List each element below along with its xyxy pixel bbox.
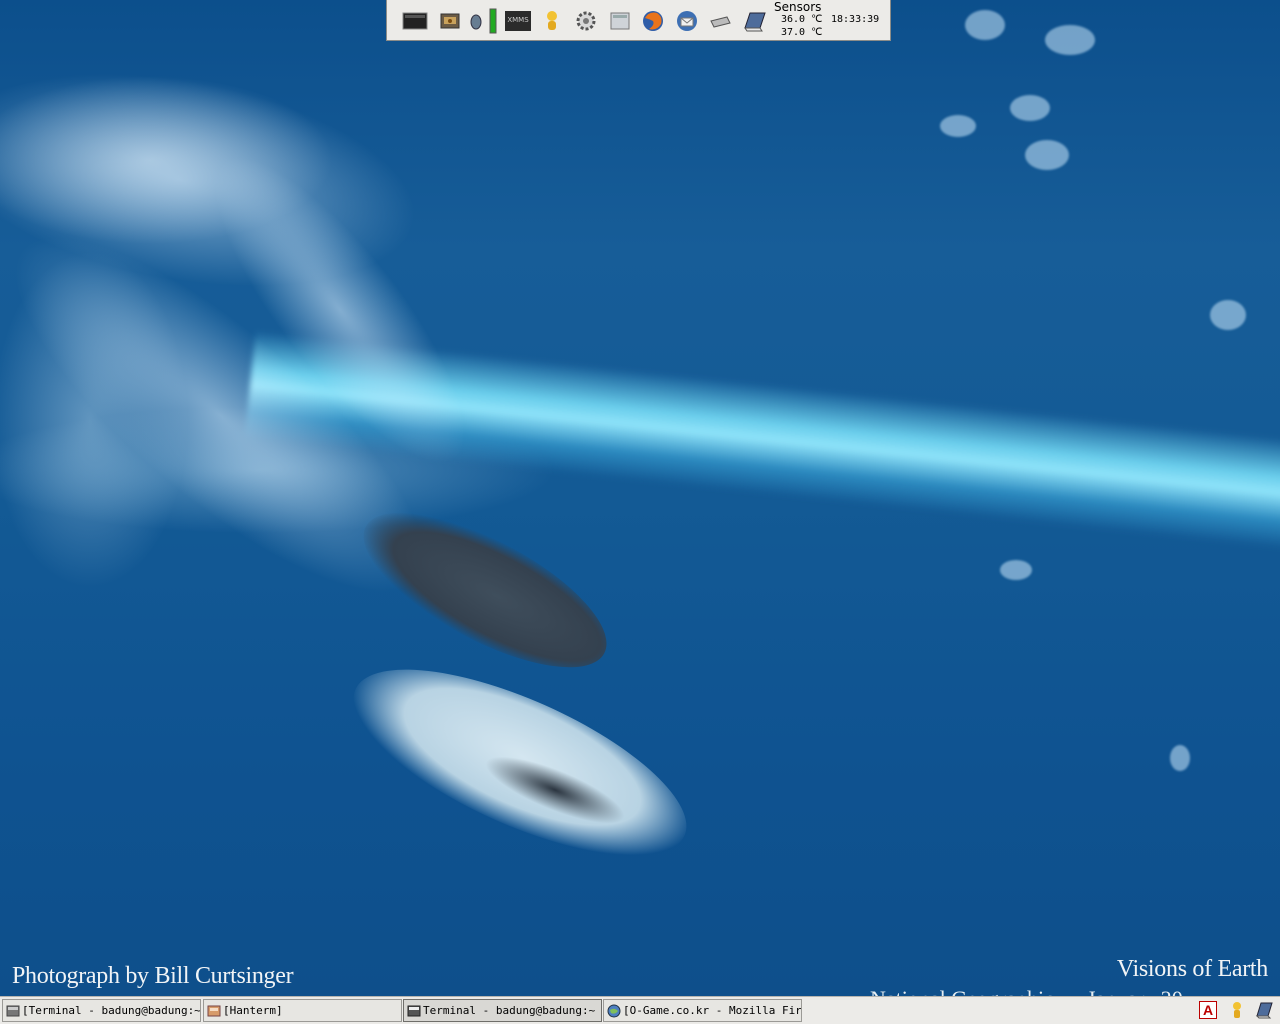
book-icon bbox=[1255, 1002, 1273, 1019]
xmms-launcher[interactable]: XMMS bbox=[505, 8, 531, 34]
thunderbird-launcher[interactable] bbox=[674, 8, 700, 34]
gear-icon bbox=[576, 11, 596, 31]
task-label: [O-Game.co.kr - Mozilla Fir··· bbox=[623, 1004, 802, 1017]
gaim-icon bbox=[1233, 1002, 1241, 1018]
cpu-meter[interactable] bbox=[487, 8, 499, 34]
system-temperature: 37.0 ℃ bbox=[781, 27, 823, 38]
task-label: [Terminal - badung@badung:~··· bbox=[22, 1004, 201, 1017]
gaim-launcher[interactable] bbox=[539, 8, 565, 34]
task-terminal-2[interactable]: Terminal - badung@badung:~ bbox=[403, 999, 602, 1022]
bubble bbox=[965, 10, 1005, 40]
manual-tray[interactable] bbox=[1254, 1000, 1274, 1020]
desktop-wallpaper: Photograph by Bill Curtsinger Visions of… bbox=[0, 0, 1280, 996]
photo-credit: Photograph by Bill Curtsinger bbox=[12, 963, 294, 989]
terminal-icon bbox=[6, 1004, 20, 1018]
scanner-icon bbox=[710, 16, 731, 28]
bubble bbox=[1045, 25, 1095, 55]
drive-launcher[interactable] bbox=[437, 8, 463, 34]
bubble bbox=[1210, 300, 1246, 330]
bubble bbox=[940, 115, 976, 137]
bubble bbox=[1000, 560, 1032, 580]
wallpaper-subtitle: National Geographic ··· January 20·· bbox=[870, 986, 1197, 996]
window-launcher[interactable] bbox=[607, 8, 633, 34]
task-firefox[interactable]: [O-Game.co.kr - Mozilla Fir··· bbox=[603, 999, 802, 1022]
xmms-icon: XMMS bbox=[505, 11, 531, 31]
hard-drive-icon bbox=[440, 13, 460, 29]
globe-icon bbox=[607, 1004, 621, 1018]
task-hanterm[interactable]: [Hanterm] bbox=[203, 999, 402, 1022]
green-bar-icon bbox=[489, 8, 497, 34]
input-method-indicator[interactable]: A bbox=[1198, 1000, 1218, 1020]
mouse-icon bbox=[470, 14, 482, 30]
book-icon bbox=[744, 12, 766, 32]
terminal-icon bbox=[402, 12, 428, 30]
taskbar: [Terminal - badung@badung:~··· [Hanterm]… bbox=[0, 996, 1280, 1024]
terminal-icon bbox=[407, 1004, 421, 1018]
window-icon bbox=[610, 12, 630, 30]
wallpaper-title: Visions of Earth bbox=[1116, 956, 1268, 982]
hanterm-icon bbox=[207, 1004, 221, 1018]
sensors-label: Sensors bbox=[774, 0, 822, 14]
clock[interactable]: 18:33:39 bbox=[831, 14, 879, 25]
task-label: [Hanterm] bbox=[223, 1004, 283, 1017]
svg-text:XMMS: XMMS bbox=[507, 16, 529, 24]
manual-launcher[interactable] bbox=[741, 8, 767, 34]
input-method-label: A bbox=[1199, 1001, 1217, 1019]
firefox-launcher[interactable] bbox=[640, 8, 666, 34]
mouse-launcher[interactable] bbox=[467, 8, 485, 34]
launcher-panel: XMMS Sensors 36.0 ℃ 37.0 ℃ 18:33:39 bbox=[386, 0, 891, 41]
firefox-icon bbox=[643, 11, 663, 31]
task-label: Terminal - badung@badung:~ bbox=[423, 1004, 596, 1017]
gaim-icon bbox=[547, 11, 557, 30]
bubble bbox=[1010, 95, 1050, 121]
bubble bbox=[1170, 745, 1190, 771]
scanner-launcher[interactable] bbox=[707, 8, 733, 34]
settings-launcher[interactable] bbox=[573, 8, 599, 34]
task-terminal-1[interactable]: [Terminal - badung@badung:~··· bbox=[2, 999, 201, 1022]
thunderbird-icon bbox=[677, 11, 697, 31]
bubble bbox=[1025, 140, 1069, 170]
cpu-temperature: 36.0 ℃ bbox=[781, 14, 823, 25]
terminal-launcher[interactable] bbox=[402, 8, 428, 34]
gaim-tray[interactable] bbox=[1227, 1000, 1247, 1020]
